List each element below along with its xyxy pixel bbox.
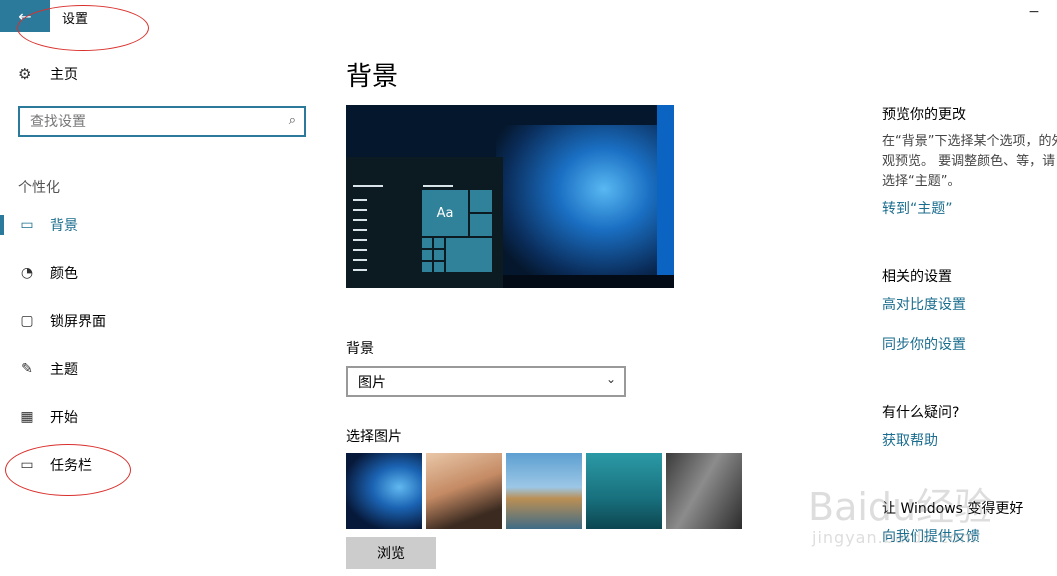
start-menu-line: [423, 185, 453, 187]
theme-brush-icon: ✎: [21, 361, 33, 377]
sidebar-item-taskbar[interactable]: ▭ 任务栏: [0, 451, 320, 479]
tile-text: Aa: [436, 205, 454, 221]
background-type-dropdown[interactable]: 图片 ⌄: [346, 366, 626, 397]
start-menu-line: [353, 229, 367, 231]
sidebar-item-background[interactable]: ▭ 背景: [0, 211, 320, 239]
picture-thumbnails: [346, 453, 746, 529]
sidebar: ⚙ 主页 ⌕ 个性化 ▭ 背景 ◔ 颜色 ▢ 锁屏界面 ✎ 主题 ▦ 开始 ▭ …: [0, 32, 320, 576]
search-icon[interactable]: ⌕: [289, 113, 296, 128]
preview-tile: [433, 237, 445, 249]
preview-tile: [433, 249, 445, 261]
start-menu-line: [353, 219, 367, 221]
go-to-themes-link[interactable]: 转到“主题”: [882, 198, 953, 218]
sidebar-item-label: 锁屏界面: [50, 314, 106, 330]
sidebar-item-start[interactable]: ▦ 开始: [0, 403, 320, 431]
thumbnail-rock[interactable]: [666, 453, 742, 529]
search-input[interactable]: [30, 113, 270, 130]
section-label: 个性化: [18, 180, 60, 196]
high-contrast-link[interactable]: 高对比度设置: [882, 294, 966, 314]
preview-tiles: Aa: [421, 189, 499, 279]
start-tiles-icon: ▦: [20, 409, 34, 425]
preview-tile: [421, 249, 433, 261]
right-panel: 预览你的更改 在“背景”下选择某个选项，的外观预览。 要调整颜色、等，请选择“主…: [882, 32, 1057, 576]
sidebar-item-label: 颜色: [50, 266, 78, 282]
thumbnail-beach[interactable]: [506, 453, 582, 529]
sidebar-item-label: 主页: [50, 67, 78, 83]
wallpaper-glow: [496, 125, 674, 285]
thumbnail-laptop[interactable]: [426, 453, 502, 529]
sidebar-item-label: 开始: [50, 410, 78, 426]
desktop-preview: Aa: [346, 105, 674, 288]
search-box: ⌕: [18, 106, 306, 137]
minimize-button[interactable]: −: [1022, 4, 1046, 28]
palette-icon: ◔: [20, 265, 34, 281]
improve-windows-heading: 让 Windows 变得更好: [882, 501, 1024, 517]
start-menu-line: [353, 185, 383, 187]
dropdown-value: 图片: [358, 374, 386, 391]
feedback-link[interactable]: 向我们提供反馈: [882, 526, 980, 546]
gear-icon: ⚙: [18, 65, 32, 83]
related-settings-heading: 相关的设置: [882, 269, 952, 285]
title-bar: ← 设置 −: [0, 0, 1057, 32]
back-arrow-icon: ←: [18, 6, 32, 26]
page-title: 背景: [346, 62, 399, 92]
lock-screen-icon: ▢: [20, 313, 34, 329]
start-menu-line: [353, 269, 367, 271]
picture-icon: ▭: [20, 217, 34, 233]
preview-heading: 预览你的更改: [882, 107, 966, 123]
preview-start-menu: Aa: [346, 157, 503, 288]
thumbnail-windows-wallpaper[interactable]: [346, 453, 422, 529]
preview-tile: [421, 261, 433, 273]
sidebar-item-lock-screen[interactable]: ▢ 锁屏界面: [0, 307, 320, 335]
active-indicator: [0, 215, 4, 235]
preview-tile: [421, 237, 433, 249]
choose-picture-label: 选择图片: [346, 429, 402, 445]
preview-tile-large: Aa: [421, 189, 469, 237]
start-menu-line: [353, 239, 367, 241]
sidebar-item-themes[interactable]: ✎ 主题: [0, 355, 320, 383]
preview-taskbar: [503, 275, 674, 288]
window-title: 设置: [62, 12, 89, 27]
preview-tile: [469, 213, 493, 237]
sidebar-item-home[interactable]: ⚙ 主页: [18, 64, 78, 84]
preview-description: 在“背景”下选择某个选项，的外观预览。 要调整颜色、等，请选择“主题”。: [882, 134, 1057, 189]
start-menu-line: [353, 259, 367, 261]
sidebar-item-label: 主题: [50, 362, 78, 378]
preview-tile-wide: [445, 237, 493, 273]
taskbar-icon: ▭: [20, 457, 34, 473]
preview-tile: [433, 261, 445, 273]
sidebar-item-colors[interactable]: ◔ 颜色: [0, 259, 320, 287]
chevron-down-icon: ⌄: [605, 372, 616, 386]
back-button[interactable]: ←: [0, 0, 50, 32]
background-label: 背景: [346, 341, 374, 357]
browse-button[interactable]: 浏览: [346, 537, 436, 569]
start-menu-line: [353, 249, 367, 251]
sync-settings-link[interactable]: 同步你的设置: [882, 334, 966, 354]
start-menu-line: [353, 209, 367, 211]
start-menu-line: [353, 199, 367, 201]
preview-edge-strip: [657, 105, 674, 275]
get-help-link[interactable]: 获取帮助: [882, 430, 938, 450]
thumbnail-underwater[interactable]: [586, 453, 662, 529]
sidebar-item-label: 背景: [50, 218, 78, 234]
main-content: 背景 Aa 背景 图片 ⌄ 选择图片 浏览: [346, 32, 836, 576]
preview-tile: [469, 189, 493, 213]
sidebar-item-label: 任务栏: [50, 458, 92, 474]
question-heading: 有什么疑问?: [882, 405, 960, 421]
